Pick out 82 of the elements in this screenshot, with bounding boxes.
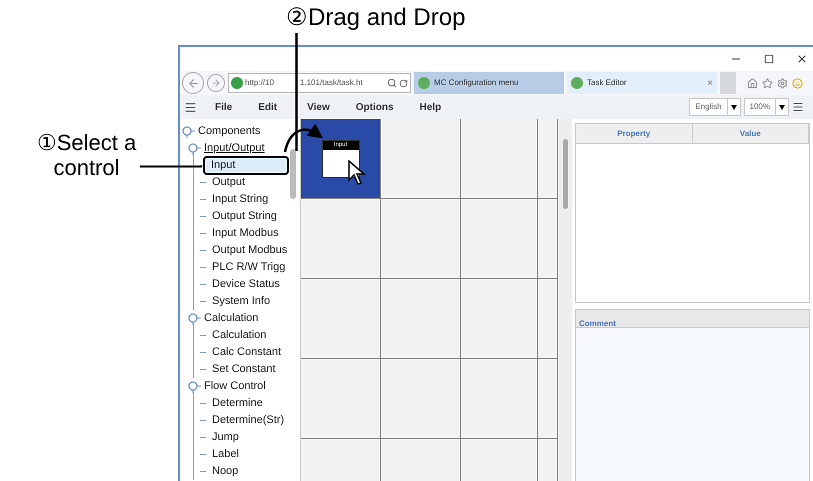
canvas-cell[interactable]	[461, 119, 538, 199]
tree-item[interactable]: Flow Control	[204, 378, 266, 395]
column-header: Value	[692, 124, 809, 143]
secure-icon	[231, 77, 243, 89]
tree-item[interactable]: Label	[209, 447, 242, 462]
canvas-cell[interactable]	[461, 279, 538, 359]
drag-arrow	[283, 124, 325, 154]
address-text: 1.101/task/task.ht	[300, 77, 363, 89]
menu-item[interactable]: Edit	[258, 100, 278, 114]
mouse-cursor-icon	[348, 160, 366, 186]
canvas-cell[interactable]	[381, 359, 461, 439]
back-button[interactable]	[182, 72, 204, 94]
tree-item[interactable]: Calculation	[204, 310, 258, 327]
callout-line	[140, 165, 202, 168]
tree-item[interactable]: Set Constant	[209, 362, 279, 377]
tree-item[interactable]: Noop	[209, 464, 242, 479]
menu-icon[interactable]	[792, 101, 804, 113]
canvas-cell[interactable]	[538, 279, 558, 359]
canvas-cell[interactable]	[301, 279, 381, 359]
menu-item[interactable]: Options	[356, 100, 394, 114]
tab-favicon-icon	[571, 77, 583, 89]
scrollbar[interactable]	[290, 149, 296, 199]
close-icon[interactable]	[796, 53, 808, 65]
tree-item[interactable]: Input String	[209, 192, 272, 207]
star-icon[interactable]	[762, 78, 773, 88]
tree-item[interactable]: Input/Output	[204, 140, 265, 157]
address-text: http://10	[245, 77, 274, 89]
dropdown-caret-icon	[779, 104, 785, 110]
tree-item[interactable]: Output String	[209, 209, 280, 224]
maximize-icon[interactable]	[764, 54, 774, 64]
forward-button[interactable]	[207, 74, 225, 92]
folder-node-icon[interactable]	[188, 142, 201, 154]
browser-tab[interactable]: MC Configuration menu	[414, 72, 564, 94]
folder-node-icon[interactable]	[182, 126, 195, 138]
settings-icon[interactable]	[777, 78, 788, 88]
tree-item[interactable]: System Info	[209, 294, 274, 309]
canvas-cell[interactable]	[301, 359, 381, 439]
folder-node-icon[interactable]	[188, 312, 201, 324]
menu-icon[interactable]	[184, 100, 197, 114]
tree-item[interactable]: Calc Constant	[209, 345, 284, 360]
tree-item[interactable]: Jump	[209, 430, 242, 445]
dropdown-caret-icon	[730, 104, 737, 110]
canvas-cell[interactable]	[301, 199, 381, 279]
vertical-scrollbar[interactable]	[559, 119, 572, 481]
panel-title: Comment	[579, 319, 616, 328]
left-arrow-icon	[186, 76, 200, 90]
tree-item[interactable]: Input Modbus	[209, 226, 282, 241]
tab-close-button[interactable]: ×	[707, 76, 713, 90]
tree-item[interactable]: Output	[209, 175, 248, 190]
tree-item[interactable]: Device Status	[209, 277, 283, 292]
step-two-label: ②Drag and Drop	[286, 3, 466, 33]
tree-item[interactable]: Determine	[209, 396, 266, 411]
canvas-cell[interactable]	[381, 279, 461, 359]
search-icon[interactable]	[387, 78, 397, 88]
home-icon[interactable]	[747, 78, 758, 88]
canvas-cell[interactable]	[538, 359, 558, 439]
tree-item[interactable]: Input	[203, 156, 289, 175]
address-field[interactable]: http://10 1.101/task/task.ht	[228, 73, 411, 93]
refresh-icon[interactable]	[399, 78, 408, 88]
step-one-label: ①Select a control	[36, 130, 138, 180]
canvas-cell[interactable]	[381, 199, 461, 279]
canvas-cell[interactable]	[538, 199, 558, 279]
menu-item[interactable]: View	[307, 100, 330, 114]
tree-item[interactable]: PLC R/W Trigg	[209, 260, 288, 275]
canvas-cell[interactable]	[461, 359, 538, 439]
zoom-select[interactable]: 100%	[744, 98, 789, 116]
canvas-cell[interactable]	[461, 199, 538, 279]
tree-item[interactable]: Determine(Str)	[209, 413, 288, 428]
tree-item[interactable]: Output Modbus	[209, 243, 290, 258]
browser-tab[interactable]: Task Editor ×	[567, 72, 717, 94]
language-select[interactable]: English	[689, 98, 741, 116]
canvas-cell[interactable]	[538, 119, 558, 199]
menu-item[interactable]: File	[215, 100, 232, 114]
canvas-cell[interactable]	[381, 119, 461, 199]
tree-item[interactable]: Calculation	[209, 328, 270, 343]
tree-item[interactable]: Components	[198, 123, 260, 140]
column-header: Property	[576, 124, 692, 143]
menu-item[interactable]: Help	[420, 100, 442, 114]
smiley-icon[interactable]	[792, 78, 803, 88]
tab-favicon-icon	[418, 77, 430, 89]
folder-node-icon[interactable]	[188, 380, 201, 392]
right-arrow-icon	[211, 78, 221, 88]
